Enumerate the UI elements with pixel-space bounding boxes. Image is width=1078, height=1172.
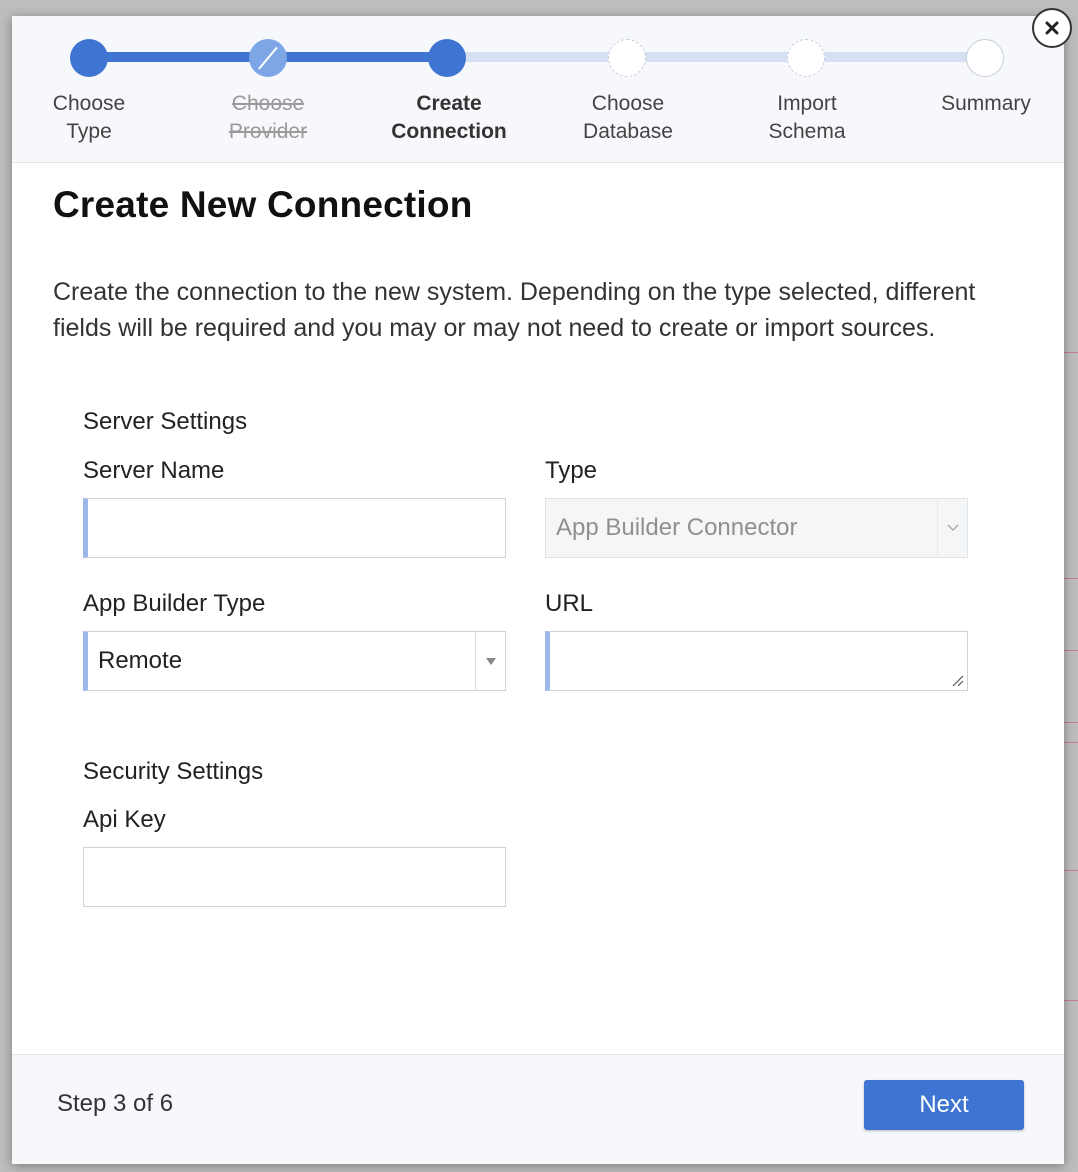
step-progress-text: Step 3 of 6 — [57, 1090, 174, 1117]
url-label: URL — [545, 590, 594, 617]
background-divider — [1062, 352, 1078, 353]
dialog-footer: Step 3 of 6 Next — [12, 1054, 1064, 1164]
type-selected-value: App Builder Connector — [556, 514, 798, 541]
background-divider — [1062, 742, 1078, 743]
background-divider — [1062, 650, 1078, 651]
url-textarea[interactable] — [545, 631, 968, 691]
app-builder-type-selected-value: Remote — [98, 647, 183, 674]
step-dot-import-schema — [787, 39, 825, 77]
background-divider — [1062, 1000, 1078, 1001]
step-label-line: Summary — [941, 92, 1031, 115]
step-label-line: Type — [66, 120, 112, 143]
step-dot-choose-database — [608, 39, 646, 77]
server-name-label: Server Name — [83, 457, 225, 484]
step-label-choose-provider: Choose Provider — [188, 90, 348, 146]
step-label-line: Database — [583, 120, 673, 143]
step-label-line: Choose — [591, 92, 665, 115]
step-label-choose-database: Choose Database — [548, 90, 708, 146]
page-title: Create New Connection — [53, 184, 473, 225]
step-dot-choose-provider — [249, 39, 287, 77]
close-button[interactable] — [1032, 8, 1072, 48]
server-settings-heading: Server Settings — [83, 408, 248, 435]
step-label-line: Import — [777, 92, 837, 115]
background-divider — [1062, 578, 1078, 579]
stepper-track-remaining — [447, 52, 985, 62]
server-name-input[interactable] — [83, 498, 506, 558]
next-button[interactable]: Next — [864, 1080, 1024, 1130]
step-label-line: Schema — [768, 120, 846, 143]
background-divider — [1062, 870, 1078, 871]
step-dot-summary — [966, 39, 1004, 77]
close-icon — [1045, 21, 1059, 35]
type-select: App Builder Connector — [545, 498, 968, 558]
resize-grip-icon[interactable] — [950, 673, 964, 687]
step-label-line: Choose — [52, 92, 126, 115]
caret-down-icon[interactable] — [475, 632, 505, 690]
step-dot-create-connection — [428, 39, 466, 77]
step-label-line: Connection — [391, 120, 507, 143]
app-builder-type-select[interactable]: Remote — [83, 631, 506, 691]
step-label-line: Provider — [228, 120, 308, 143]
step-label-create-connection: Create Connection — [369, 90, 529, 146]
api-key-label: Api Key — [83, 806, 166, 833]
security-settings-heading: Security Settings — [83, 758, 264, 785]
create-connection-dialog: Choose Type Choose Provider Create Conne… — [12, 16, 1064, 1164]
step-label-summary: Summary — [906, 90, 1066, 118]
app-builder-type-label: App Builder Type — [83, 590, 266, 617]
step-dot-choose-type[interactable] — [70, 39, 108, 77]
type-label: Type — [545, 457, 598, 484]
step-label-line: Create — [416, 92, 482, 115]
api-key-input[interactable] — [83, 847, 506, 907]
background-divider — [1062, 722, 1078, 723]
page-description: Create the connection to the new system.… — [53, 278, 976, 342]
step-label-import-schema: Import Schema — [727, 90, 887, 146]
wizard-stepper: Choose Type Choose Provider Create Conne… — [12, 16, 1064, 163]
step-label-line: Choose — [231, 92, 305, 115]
step-label-choose-type[interactable]: Choose Type — [9, 90, 169, 146]
chevron-down-icon — [937, 499, 967, 557]
